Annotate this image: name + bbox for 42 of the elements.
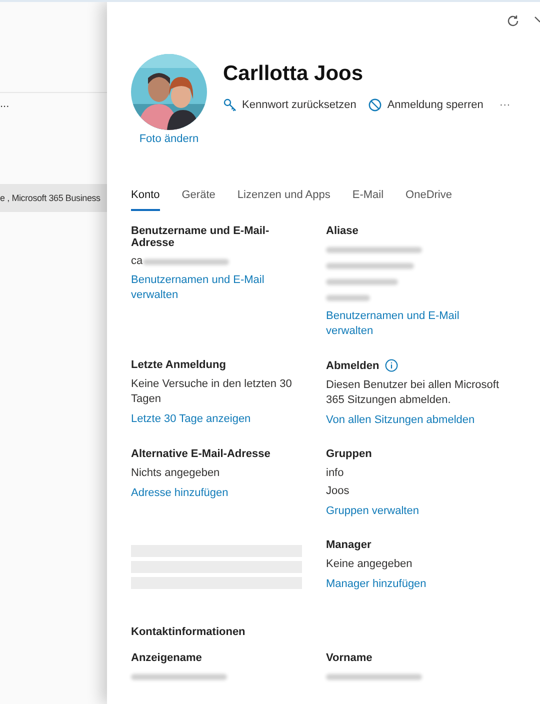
block-sign-in-button[interactable]: Anmeldung sperren — [368, 98, 484, 112]
tab[interactable]: Lizenzen und Apps — [237, 189, 330, 211]
reset-password-button[interactable]: Kennwort zurücksetzen — [223, 98, 356, 112]
field-label: Letzte Anmeldung — [131, 359, 226, 371]
field-label: Alternative E-Mail-Adresse — [131, 448, 270, 460]
field-value: Diesen Benutzer bei allen Microsoft 365 Sitzungen abmelden. — [326, 378, 500, 408]
manage-link[interactable]: Von allen Sitzungen abmelden — [326, 413, 504, 428]
manage-link[interactable]: Letzte 30 Tage anzeigen — [131, 412, 309, 427]
tab[interactable]: E-Mail — [352, 189, 384, 211]
manage-link[interactable]: Manager hinzufügen — [326, 577, 504, 592]
manage-link[interactable]: Gruppen verwalten — [326, 504, 504, 519]
blurred-text — [326, 294, 370, 300]
field-value: info — [326, 466, 345, 481]
manage-link[interactable]: Benutzernamen und E-Mail verwalten — [326, 309, 504, 339]
field-label: Vorname — [326, 652, 372, 664]
tab[interactable]: OneDrive — [406, 189, 452, 211]
field-value: Keine Versuche in den letzten 30 Tagen — [131, 377, 293, 407]
more-icon[interactable]: ... — [0, 98, 10, 110]
field-value: Joos — [326, 484, 350, 499]
section-heading: Kontaktinformationen — [131, 626, 246, 638]
user-name: Carllotta Joos — [223, 62, 364, 86]
blurred-text — [326, 278, 398, 284]
field-label: Aliase — [326, 225, 358, 237]
tab[interactable]: Geräte — [182, 189, 216, 211]
field-value: Nichts angegeben — [131, 466, 221, 481]
field-value: Keine angegeben — [326, 557, 414, 572]
manage-link[interactable]: Benutzernamen und E-Mail verwalten — [131, 273, 309, 303]
change-photo-link[interactable]: Foto ändern — [139, 132, 199, 147]
info-icon[interactable] — [385, 359, 398, 372]
field-label: Anzeigename — [131, 652, 202, 664]
key-icon — [223, 98, 237, 112]
more-button[interactable]: ··· — [499, 99, 510, 111]
list-row[interactable]: e , Microsoft 365 Business — [0, 184, 110, 212]
tab[interactable]: Konto — [131, 189, 160, 211]
field-label: Gruppen — [326, 448, 372, 460]
block-icon — [368, 98, 382, 112]
refresh-icon[interactable] — [506, 14, 520, 28]
field-label: Abmelden — [326, 360, 380, 372]
field-label: Benutzername und E-Mail-Adresse — [131, 225, 270, 249]
manage-link[interactable]: Adresse hinzufügen — [131, 486, 309, 501]
field-label: Manager — [326, 539, 372, 551]
field-value: ca — [131, 254, 143, 269]
